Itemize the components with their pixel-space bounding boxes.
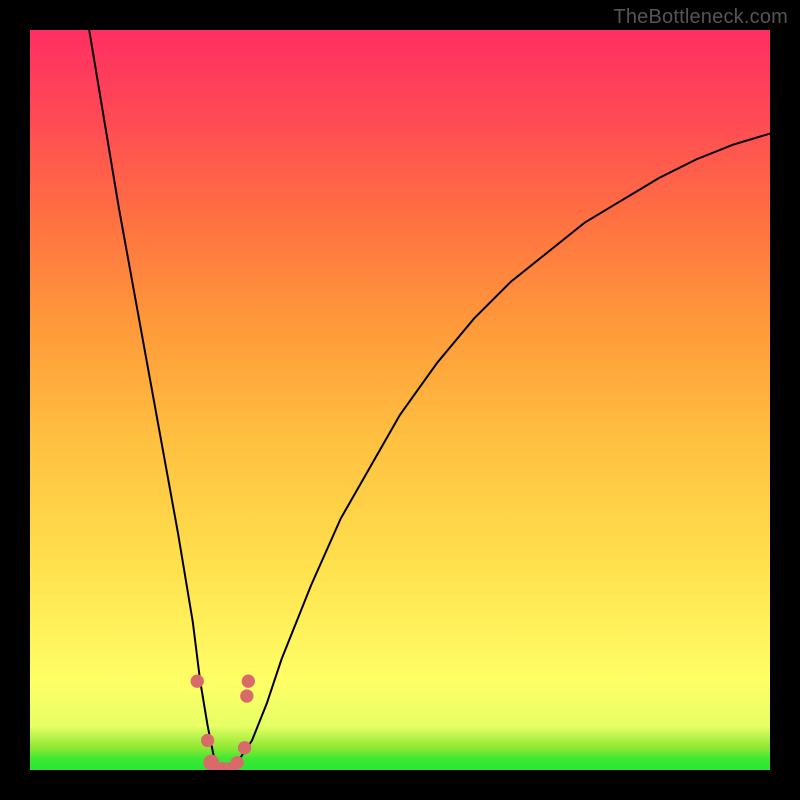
curve-marker [238,741,251,754]
curve-marker [201,734,214,747]
bottleneck-curve [30,30,770,770]
chart-frame: TheBottleneck.com [0,0,800,800]
plot-area [30,30,770,770]
curve-marker [214,762,230,770]
curve-marker [203,755,219,770]
curve-marker [191,675,204,688]
curve-marker [242,675,255,688]
curve-marker [222,762,238,770]
watermark-text: TheBottleneck.com [613,6,788,29]
curve-marker [240,689,253,702]
curve-marker [231,756,244,769]
